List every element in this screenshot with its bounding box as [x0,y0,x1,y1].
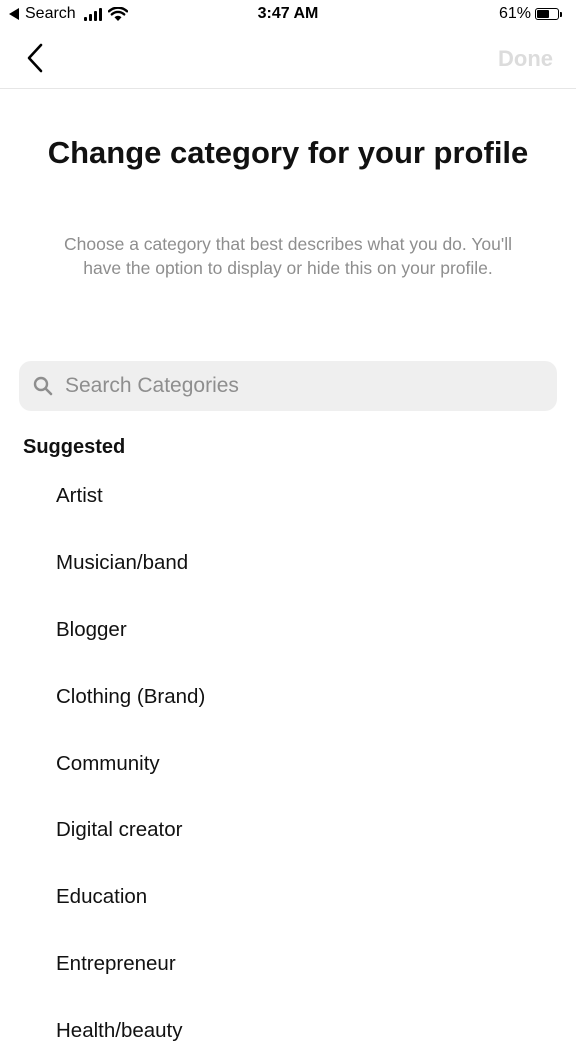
status-bar: Search 3:47 AM 61% [0,0,576,30]
search-bar[interactable] [19,361,557,411]
battery-fill [537,10,549,18]
category-list: Artist Musician/band Blogger Clothing (Bran… [0,463,576,1064]
category-item-label: Entrepreneur [56,951,176,975]
search-input[interactable] [65,366,557,406]
search-icon [33,376,53,396]
category-item-label: Musician/band [56,551,189,575]
done-button[interactable]: Done [498,46,553,72]
nav-bar: Done [0,30,576,89]
chevron-left-icon [27,43,43,73]
category-item-label: Health/beauty [56,1018,183,1042]
page-title: Change category for your profile [47,135,529,170]
category-item-label: Artist [56,484,103,508]
battery-icon [535,8,559,20]
status-time: 3:47 AM [257,5,319,22]
battery-cap [560,11,562,17]
category-item[interactable]: Entrepreneur [0,931,576,998]
category-item[interactable]: Community [0,730,576,797]
category-item[interactable]: Musician/band [0,530,576,597]
category-item[interactable]: Education [0,864,576,931]
category-item-label: Education [56,885,148,909]
battery-percent: 61% [498,5,531,22]
category-item-label: Community [56,751,160,775]
battery-status: 61% [499,5,562,23]
category-item[interactable]: Digital creator [0,797,576,864]
suggested-heading: Suggested [23,436,126,458]
page-subtitle: Choose a category that best describes wh… [64,234,512,278]
category-item[interactable]: Artist [0,463,576,530]
back-button[interactable] [18,38,52,78]
category-item[interactable]: Health/beauty [0,997,576,1064]
category-item-label: Blogger [56,617,127,641]
category-item[interactable]: Blogger [0,597,576,664]
category-item[interactable]: Clothing (Brand) [0,663,576,730]
category-item-label: Digital creator [56,818,183,842]
category-item-label: Clothing (Brand) [56,684,206,708]
